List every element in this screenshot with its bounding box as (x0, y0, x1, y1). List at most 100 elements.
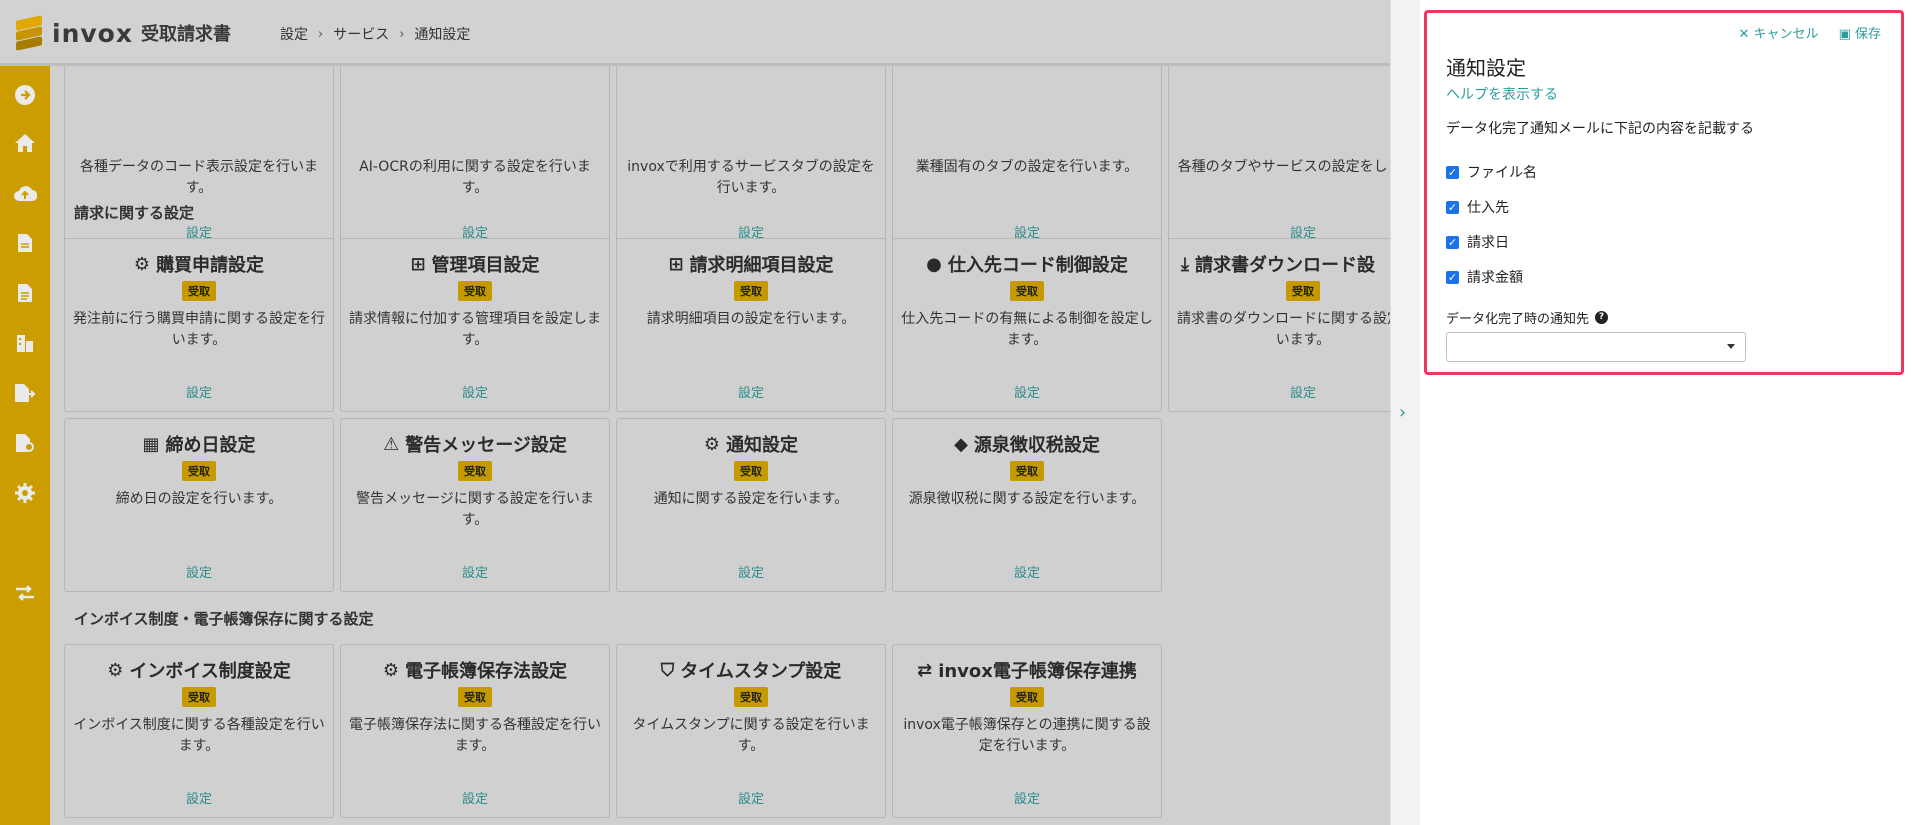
settings-card[interactable]: 各種のタブやサービスの設定をします。 設定 (1168, 66, 1390, 252)
logo-text: invox (52, 18, 133, 48)
card-title: invox電子帳簿保存連携 (938, 661, 1137, 682)
download-icon: ⤓ (1181, 253, 1189, 275)
card-settings-link[interactable]: 設定 (1169, 382, 1390, 401)
gear-icon[interactable] (12, 480, 38, 506)
card-settings-link[interactable]: 設定 (341, 382, 609, 401)
card-purchase-request[interactable]: ⚙ 購買申請設定 受取 発注前に行う購買申請に関する設定を行います。 設定 (64, 238, 334, 412)
shield-clock-icon: ⛉ (660, 659, 675, 681)
cancel-button[interactable]: ✕ キャンセル (1739, 23, 1819, 42)
card-title: 請求書ダウンロード設 (1194, 255, 1375, 276)
card-settings-link[interactable]: 設定 (893, 562, 1161, 581)
card-settings-link[interactable]: 設定 (617, 562, 885, 581)
card-settings-link[interactable]: 設定 (341, 788, 609, 807)
card-notification[interactable]: ⚙ 通知設定 受取 通知に関する設定を行います。 設定 (616, 418, 886, 592)
receive-badge: 受取 (182, 461, 216, 481)
checkbox-label: 仕入先 (1467, 200, 1509, 216)
card-description: 締め日の設定を行います。 (115, 491, 283, 507)
card-closing-date[interactable]: ▦ 締め日設定 受取 締め日の設定を行います。 設定 (64, 418, 334, 592)
card-invoice-download[interactable]: ⤓請求書ダウンロード設 受取 請求書のダウンロードに関する設定を行います。 設定 (1168, 238, 1390, 412)
save-icon: ▣ (1838, 27, 1855, 42)
checkbox-file-name[interactable]: ✓ ファイル名 (1446, 162, 1537, 182)
checkbox-label: 請求金額 (1467, 270, 1523, 286)
card-management-items[interactable]: ⊞ 管理項目設定 受取 請求情報に付加する管理項目を設定します。 設定 (340, 238, 610, 412)
breadcrumb-service[interactable]: サービス (333, 24, 389, 44)
checkbox-invoice-date[interactable]: ✓ 請求日 (1446, 232, 1509, 252)
building-icon[interactable] (12, 330, 38, 356)
transfer-icon[interactable] (12, 580, 38, 606)
receive-badge: 受取 (1010, 687, 1044, 707)
card-title: 購買申請設定 (156, 255, 265, 276)
card-warning-message[interactable]: ⚠ 警告メッセージ設定 受取 警告メッセージに関する設定を行います。 設定 (340, 418, 610, 592)
card-description: 仕入先コードの有無による制御を設定します。 (901, 311, 1153, 348)
card-withholding-tax[interactable]: ◆ 源泉徴収税設定 受取 源泉徴収税に関する設定を行います。 設定 (892, 418, 1162, 592)
receive-badge: 受取 (458, 281, 492, 301)
card-settings-link[interactable]: 設定 (893, 788, 1161, 807)
close-icon: ✕ (1738, 27, 1754, 42)
card-description: 請求書のダウンロードに関する設定を行います。 (1177, 311, 1390, 348)
help-link[interactable]: ヘルプを表示する (1446, 84, 1558, 104)
card-invoice-detail-items[interactable]: ⊞ 請求明細項目設定 受取 請求明細項目の設定を行います。 設定 (616, 238, 886, 412)
settings-card[interactable]: invoxで利用するサービスタブの設定を行います。 設定 (616, 66, 886, 252)
receive-badge: 受取 (1010, 281, 1044, 301)
logo-mark-icon (14, 15, 44, 51)
chevron-right-icon[interactable]: › (1399, 402, 1406, 423)
card-invox-ebook-link[interactable]: ⇄ invox電子帳簿保存連携 受取 invox電子帳簿保存との連携に関する設定を… (892, 644, 1162, 818)
save-button[interactable]: ▣ 保存 (1839, 23, 1881, 42)
notify-target-select[interactable] (1446, 332, 1746, 362)
checkbox-checked[interactable]: ✓ (1446, 235, 1459, 249)
notify-target-label: データ化完了時の通知先 ? (1446, 308, 1609, 327)
gears-icon: ⚙ (133, 253, 151, 275)
card-settings-link[interactable]: 設定 (65, 562, 333, 581)
question-icon[interactable]: ? (1595, 311, 1609, 324)
cloud-upload-icon[interactable] (12, 180, 38, 206)
checkbox-supplier[interactable]: ✓ 仕入先 (1446, 197, 1509, 217)
abc-icon: ● (926, 253, 942, 275)
breadcrumb: 設定 › サービス › 通知設定 (280, 24, 470, 44)
file-settings-icon[interactable] (12, 430, 38, 456)
breadcrumb-settings[interactable]: 設定 (280, 24, 308, 44)
calendar-icon: ▦ (142, 433, 160, 455)
gears-icon: ⚙ (703, 433, 721, 455)
card-title: 通知設定 (726, 435, 799, 456)
checkbox-label: 請求日 (1467, 235, 1509, 251)
card-supplier-code[interactable]: ● 仕入先コード制御設定 受取 仕入先コードの有無による制御を設定します。 設定 (892, 238, 1162, 412)
chevron-right-icon: › (399, 26, 405, 42)
settings-card[interactable]: 業種固有のタブの設定を行います。 設定 (892, 66, 1162, 252)
checkbox-invoice-amount[interactable]: ✓ 請求金額 (1446, 267, 1523, 287)
receive-badge: 受取 (458, 461, 492, 481)
card-timestamp[interactable]: ⛉ タイムスタンプ設定 受取 タイムスタンプに関する設定を行います。 設定 (616, 644, 886, 818)
app-logo[interactable]: invox 受取請求書 (14, 15, 231, 51)
settings-card[interactable]: 各種データのコード表示設定を行います。 設定 (64, 66, 334, 252)
checkbox-label: ファイル名 (1467, 165, 1537, 181)
home-icon[interactable] (12, 130, 38, 156)
checkbox-checked[interactable]: ✓ (1446, 200, 1459, 214)
gears-icon: ⚙ (382, 659, 400, 681)
file-export-icon[interactable] (12, 380, 38, 406)
card-description: 請求明細項目の設定を行います。 (646, 311, 856, 327)
document-icon[interactable] (12, 230, 38, 256)
arrow-right-circle-icon[interactable] (12, 82, 38, 108)
card-settings-link[interactable]: 設定 (341, 562, 609, 581)
card-title: 仕入先コード制御設定 (947, 255, 1128, 276)
card-description: 警告メッセージに関する設定を行います。 (356, 491, 594, 528)
card-settings-link[interactable]: 設定 (65, 382, 333, 401)
notification-settings-panel: ✕ キャンセル ▣ 保存 通知設定 ヘルプを表示する データ化完了通知メールに下… (1420, 0, 1912, 825)
document-text-icon[interactable] (12, 280, 38, 306)
card-invoice-system[interactable]: ⚙ インボイス制度設定 受取 インボイス制度に関する各種設定を行います。 設定 (64, 644, 334, 818)
card-description: 源泉徴収税に関する設定を行います。 (908, 491, 1146, 507)
card-title: インボイス制度設定 (129, 661, 291, 682)
checkbox-checked[interactable]: ✓ (1446, 165, 1459, 179)
warning-icon: ⚠ (383, 433, 400, 455)
receive-badge: 受取 (734, 687, 768, 707)
card-electronic-books[interactable]: ⚙ 電子帳簿保存法設定 受取 電子帳簿保存法に関する各種設定を行います。 設定 (340, 644, 610, 818)
receive-badge: 受取 (1286, 281, 1320, 301)
checkbox-checked[interactable]: ✓ (1446, 270, 1459, 284)
settings-card[interactable]: AI-OCRの利用に関する設定を行います。 設定 (340, 66, 610, 252)
panel-collapse-strip[interactable]: › (1390, 0, 1420, 825)
gears-icon: ⚙ (107, 659, 124, 681)
card-settings-link[interactable]: 設定 (65, 788, 333, 807)
receive-badge: 受取 (734, 281, 768, 301)
card-settings-link[interactable]: 設定 (617, 788, 885, 807)
card-settings-link[interactable]: 設定 (893, 382, 1161, 401)
card-settings-link[interactable]: 設定 (617, 382, 885, 401)
